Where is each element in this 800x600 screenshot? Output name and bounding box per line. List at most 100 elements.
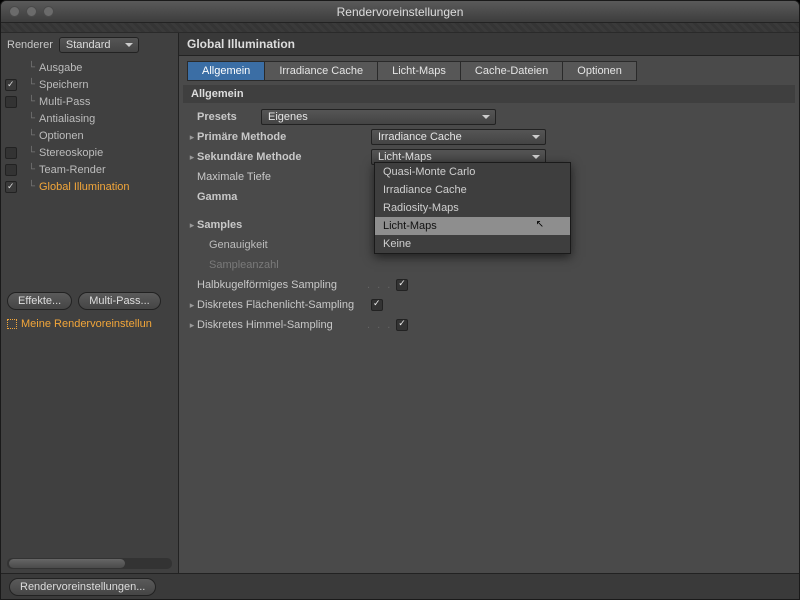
- window: Rendervoreinstellungen Renderer Standard…: [0, 0, 800, 600]
- tree-connector-icon: └: [21, 181, 35, 192]
- tab-allgemein[interactable]: Allgemein: [187, 61, 265, 81]
- hemi-label: Halbkugelförmiges Sampling: [197, 279, 367, 291]
- sky-label: Diskretes Himmel-Sampling: [197, 319, 367, 331]
- hemi-checkbox[interactable]: [396, 279, 408, 291]
- area-checkbox[interactable]: [371, 299, 383, 311]
- tree-connector-icon: └: [21, 62, 35, 73]
- sidebar-item-gi[interactable]: └ Global Illumination: [1, 178, 178, 195]
- sidebar-item-label: Optionen: [39, 130, 84, 142]
- effects-button[interactable]: Effekte...: [7, 292, 72, 310]
- sidebar-item-antialiasing[interactable]: └ Antialiasing: [1, 110, 178, 127]
- sidebar-item-label: Antialiasing: [39, 113, 95, 125]
- titlebar: Rendervoreinstellungen: [1, 1, 799, 23]
- dots: . . .: [367, 279, 392, 291]
- maxdepth-label: Maximale Tiefe: [197, 171, 367, 183]
- sidebar-item-label: Stereoskopie: [39, 147, 103, 159]
- row-hemi: ▸ Halbkugelförmiges Sampling . . .: [187, 275, 791, 295]
- sidebar-item-label: Speichern: [39, 79, 89, 91]
- presets-label: Presets: [197, 111, 257, 123]
- body: Renderer Standard └ Ausgabe └ Speichern └ M…: [1, 33, 799, 573]
- tree-connector-icon: └: [21, 96, 35, 107]
- checkbox-blank: [5, 130, 17, 142]
- zoom-icon[interactable]: [43, 6, 54, 17]
- sidebar-buttons: Effekte... Multi-Pass...: [1, 286, 178, 316]
- toolbar-texture: [1, 23, 799, 33]
- tab-lichtmaps[interactable]: Licht-Maps: [378, 61, 461, 81]
- window-title: Rendervoreinstellungen: [9, 5, 791, 19]
- sidebar-tree: └ Ausgabe └ Speichern └ Multi-Pass └ Antiali…: [1, 57, 178, 286]
- checkbox-icon[interactable]: [5, 181, 17, 193]
- sidebar: Renderer Standard └ Ausgabe └ Speichern └ M…: [1, 33, 179, 573]
- row-sky: ▸ Diskretes Himmel-Sampling . . .: [187, 315, 791, 335]
- sidebar-item-optionen[interactable]: └ Optionen: [1, 127, 178, 144]
- disclosure-icon[interactable]: ▸: [187, 152, 197, 163]
- dots: . . .: [367, 319, 392, 331]
- row-area: ▸ Diskretes Flächenlicht-Sampling: [187, 295, 791, 315]
- sky-checkbox[interactable]: [396, 319, 408, 331]
- form: ▸ Presets Eigenes ▸ Primäre Methode Irra…: [179, 105, 799, 337]
- tree-connector-icon: └: [21, 130, 35, 141]
- minimize-icon[interactable]: [26, 6, 37, 17]
- traffic-lights: [9, 6, 54, 17]
- dropdown-option-lichtmaps[interactable]: Licht-Maps ↖: [375, 217, 570, 235]
- tree-connector-icon: └: [21, 79, 35, 90]
- render-settings-button[interactable]: Rendervoreinstellungen...: [9, 578, 156, 596]
- disclosure-icon[interactable]: ▸: [187, 300, 197, 311]
- close-icon[interactable]: [9, 6, 20, 17]
- checkbox-icon[interactable]: [5, 96, 17, 108]
- sidebar-item-teamrender[interactable]: └ Team-Render: [1, 161, 178, 178]
- preset-label: Meine Rendervoreinstellun: [21, 318, 152, 330]
- checkbox-icon[interactable]: [5, 79, 17, 91]
- sidebar-item-speichern[interactable]: └ Speichern: [1, 76, 178, 93]
- tree-connector-icon: └: [21, 164, 35, 175]
- dropdown-option-qmc[interactable]: Quasi-Monte Carlo: [375, 163, 570, 181]
- area-label: Diskretes Flächenlicht-Sampling: [197, 299, 367, 311]
- dropdown-option-radiosity[interactable]: Radiosity-Maps: [375, 199, 570, 217]
- row-primary: ▸ Primäre Methode Irradiance Cache: [187, 127, 791, 147]
- disclosure-icon[interactable]: ▸: [187, 320, 197, 331]
- sidebar-item-stereoskopie[interactable]: └Stereoskopie: [1, 144, 178, 161]
- scrollbar-thumb[interactable]: [9, 559, 125, 568]
- primary-dropdown[interactable]: Irradiance Cache: [371, 129, 546, 145]
- panel-title: Global Illumination: [179, 33, 799, 56]
- sidebar-item-multipass[interactable]: └ Multi-Pass: [1, 93, 178, 110]
- tab-bar: Allgemein Irradiance Cache Licht-Maps Ca…: [179, 56, 799, 81]
- checkbox-icon[interactable]: [5, 147, 17, 159]
- tab-optionen[interactable]: Optionen: [563, 61, 637, 81]
- dropdown-option-keine[interactable]: Keine: [375, 235, 570, 253]
- option-label: Licht-Maps: [383, 220, 437, 232]
- sidebar-item-label: Multi-Pass: [39, 96, 90, 108]
- disclosure-icon[interactable]: ▸: [187, 132, 197, 143]
- preset-icon: [7, 319, 17, 329]
- footer: Rendervoreinstellungen...: [1, 573, 799, 599]
- tree-connector-icon: └: [21, 113, 35, 124]
- tab-cachedateien[interactable]: Cache-Dateien: [461, 61, 563, 81]
- renderer-row: Renderer Standard: [1, 33, 178, 57]
- sidebar-item-ausgabe[interactable]: └ Ausgabe: [1, 59, 178, 76]
- cursor-icon: ↖: [536, 219, 544, 230]
- tab-irradiance[interactable]: Irradiance Cache: [265, 61, 378, 81]
- primary-label: Primäre Methode: [197, 131, 367, 143]
- row-samplecount: ▸ Sampleanzahl: [187, 255, 791, 275]
- checkbox-blank: [5, 62, 17, 74]
- samplecount-label: Sampleanzahl: [197, 259, 355, 271]
- main-panel: Global Illumination Allgemein Irradiance…: [179, 33, 799, 573]
- sidebar-item-label: Global Illumination: [39, 181, 130, 193]
- sidebar-item-label: Team-Render: [39, 164, 106, 176]
- secondary-label: Sekundäre Methode: [197, 151, 367, 163]
- presets-dropdown[interactable]: Eigenes: [261, 109, 496, 125]
- accuracy-label: Genauigkeit: [197, 239, 355, 251]
- samples-label: Samples: [197, 219, 367, 231]
- renderer-select[interactable]: Standard: [59, 37, 139, 53]
- multipass-button[interactable]: Multi-Pass...: [78, 292, 161, 310]
- dropdown-option-ic[interactable]: Irradiance Cache: [375, 181, 570, 199]
- sidebar-item-label: Ausgabe: [39, 62, 82, 74]
- checkbox-blank: [5, 113, 17, 125]
- horizontal-scrollbar[interactable]: [7, 558, 172, 569]
- preset-item[interactable]: Meine Rendervoreinstellun: [7, 318, 152, 330]
- renderer-label: Renderer: [7, 39, 53, 51]
- disclosure-icon[interactable]: ▸: [187, 220, 197, 231]
- row-presets: ▸ Presets Eigenes: [187, 107, 791, 127]
- checkbox-icon[interactable]: [5, 164, 17, 176]
- section-header: Allgemein: [183, 85, 795, 103]
